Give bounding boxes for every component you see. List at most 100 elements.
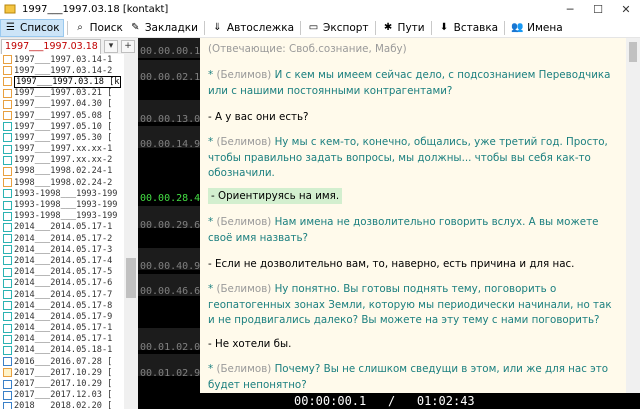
file-list-item[interactable]: 1997___1997.03.21 [ xyxy=(0,88,124,99)
title-bar: 1997___1997.03.18 [kontakt] ─ ☐ ✕ xyxy=(0,0,640,18)
close-button[interactable]: ✕ xyxy=(612,0,640,18)
transcript-paragraph[interactable]: - Если не дозволительно вам, то, наверно… xyxy=(208,257,618,273)
transcript-paragraph[interactable]: * (Белимов) Нам имена не дозволительно г… xyxy=(208,215,618,246)
timestamp[interactable]: 00.01.02.0 xyxy=(140,342,200,353)
file-list-item[interactable]: 2014___2014.05.17-6 xyxy=(0,278,124,289)
file-list-item[interactable]: 2014___2014.05.18-1 xyxy=(0,345,124,356)
file-list-item[interactable]: 2014___2014.05.17-1 xyxy=(0,334,124,345)
timestamp[interactable]: 00.00.02.1 xyxy=(140,72,200,83)
toolbar-button-1[interactable]: ⌕ Поиск xyxy=(71,19,126,37)
tab-add-button[interactable]: + xyxy=(121,40,135,53)
transcript-paragraph[interactable]: * (Белимов) Ну мы с кем-то, конечно, общ… xyxy=(208,135,618,182)
timestamp[interactable]: 00.00.46.6 xyxy=(140,286,200,297)
file-name: 2017___2017.10.29 [ xyxy=(14,367,113,378)
file-name: 1997___1997.05.08 [ xyxy=(14,110,113,121)
file-tab-row: 1997___1997.03.18 [kont ▾ + xyxy=(0,38,138,54)
file-list-item[interactable]: 2017___2017.12.03 [ xyxy=(0,390,124,401)
question-marker: * xyxy=(208,283,214,295)
transcript-paragraph[interactable]: * (Белимов) И с кем мы имеем сейчас дело… xyxy=(208,68,618,99)
timeline: 00.00.00.1 00.00.02.1 00.00.13.0 00.00.14.9… xyxy=(138,38,200,393)
toolbar-button-5[interactable]: ✱ Пути xyxy=(379,19,428,37)
transcript-paragraph[interactable]: * (Белимов) Почему? Вы не слишком сведущ… xyxy=(208,362,618,393)
file-name: 1997___1997.05.10 [ xyxy=(14,121,113,132)
file-list-item[interactable]: 1997___1997.xx.xx-1 xyxy=(0,144,124,155)
autotrack-icon: ⇓ xyxy=(213,22,222,33)
file-type-icon xyxy=(3,55,12,65)
transcript-scrollbar[interactable] xyxy=(626,38,640,393)
timestamp[interactable]: 00.00.14.9 xyxy=(140,139,200,150)
file-list-item[interactable]: 1997___1997.03.18 [k xyxy=(0,75,124,88)
file-list-item[interactable]: 2014___2014.05.17-2 xyxy=(0,233,124,244)
file-type-icon xyxy=(3,390,12,400)
file-list-item[interactable]: 1993-1998___1993-199 xyxy=(0,211,124,222)
file-list-item[interactable]: 2014___2014.05.17-8 xyxy=(0,300,124,311)
toolbar-button-6[interactable]: ⬇ Вставка xyxy=(435,19,502,37)
file-name: 2014___2014.05.17-2 xyxy=(14,233,113,244)
transcript-paragraph[interactable]: - Не хотели бы. xyxy=(208,337,618,353)
file-tab[interactable]: 1997___1997.03.18 [kont xyxy=(1,39,101,54)
toolbar-button-3[interactable]: ⇓ Автослежка xyxy=(208,19,297,37)
file-list-item[interactable]: 1997___1997.03.14-1 xyxy=(0,54,124,65)
file-list-item[interactable]: 1997___1997.04.30 [ xyxy=(0,99,124,110)
file-type-icon xyxy=(3,211,12,221)
file-list-item[interactable]: 2017___2017.10.29 [ xyxy=(0,367,124,378)
file-list-scrollbar[interactable] xyxy=(124,54,138,409)
file-type-icon xyxy=(3,290,12,300)
file-list-item[interactable]: 2014___2014.05.17-3 xyxy=(0,244,124,255)
file-list-item[interactable]: 2014___2014.05.17-4 xyxy=(0,255,124,266)
file-list-item[interactable]: 2018___2018.02.20 [ xyxy=(0,401,124,409)
tab-dropdown-button[interactable]: ▾ xyxy=(104,40,118,53)
toolbar-separator xyxy=(300,20,302,35)
file-type-icon xyxy=(3,278,12,288)
file-list-item[interactable]: 2017___2017.10.29 [ xyxy=(0,378,124,389)
file-type-icon xyxy=(3,155,12,165)
timestamp[interactable]: 00.00.29.6 xyxy=(140,220,200,231)
file-name: 2014___2014.05.17-4 xyxy=(14,255,113,266)
file-list-item[interactable]: 1998___1998.02.24-1 xyxy=(0,166,124,177)
transcript-paragraph[interactable]: - Ориентируясь на имя. xyxy=(208,188,618,205)
file-list-item[interactable]: 2014___2014.05.17-9 xyxy=(0,311,124,322)
timestamp[interactable]: 00.00.40.9 xyxy=(140,261,200,272)
playback-time: 00:00:00.1 / 01:02:43 xyxy=(294,393,475,409)
toolbar-button-2[interactable]: ✎ Закладки xyxy=(126,19,201,37)
file-list-item[interactable]: 1997___1997.05.10 [ xyxy=(0,121,124,132)
file-list-item[interactable]: 1993-1998___1993-199 xyxy=(0,188,124,199)
transcript-paragraph[interactable]: - А у вас они есть? xyxy=(208,110,618,126)
file-list-item[interactable]: 1998___1998.02.24-2 xyxy=(0,177,124,188)
transcript-paragraph[interactable]: (Отвечающие: Своб.сознание, Мабу) xyxy=(208,42,618,58)
file-type-icon xyxy=(3,357,12,367)
file-list-item[interactable]: 2014___2014.05.17-7 xyxy=(0,289,124,300)
toolbar-button-7[interactable]: 👥 Имена xyxy=(508,19,566,37)
file-list-item[interactable]: 2014___2014.05.17-1 xyxy=(0,323,124,334)
timestamp[interactable]: 00.01.02.9 xyxy=(140,368,200,379)
file-type-icon xyxy=(3,133,12,143)
transcript-scroll-thumb[interactable] xyxy=(629,42,637,62)
file-list-item[interactable]: 2016___2016.07.28 [ xyxy=(0,356,124,367)
toolbar-button-4[interactable]: ▭ Экспорт xyxy=(304,19,372,37)
maximize-button[interactable]: ☐ xyxy=(584,0,612,18)
file-list-item[interactable]: 2014___2014.05.17-1 xyxy=(0,222,124,233)
file-name: 2014___2014.05.17-5 xyxy=(14,267,113,278)
transcript-panel[interactable]: (Отвечающие: Своб.сознание, Мабу) * (Бели… xyxy=(200,38,626,393)
file-list-item[interactable]: 1993-1998___1993-199 xyxy=(0,199,124,210)
file-name: 2014___2014.05.17-6 xyxy=(14,278,113,289)
toolbar-button-0[interactable]: ☰ Список xyxy=(0,18,64,37)
file-name: 2016___2016.07.28 [ xyxy=(14,356,113,367)
file-name: 2017___2017.10.29 [ xyxy=(14,379,113,390)
timestamp[interactable]: 00.00.00.1 xyxy=(140,46,200,57)
timestamp[interactable]: 00.00.13.0 xyxy=(140,114,200,125)
file-list-scroll-thumb[interactable] xyxy=(126,258,136,298)
transcript-paragraph[interactable]: * (Белимов) Ну понятно. Вы готовы поднят… xyxy=(208,282,618,329)
names-icon: 👥 xyxy=(511,22,524,33)
minimize-button[interactable]: ─ xyxy=(556,0,584,18)
file-list-item[interactable]: 1997___1997.05.08 [ xyxy=(0,110,124,121)
timestamp[interactable]: 00.00.28.4 xyxy=(140,193,200,204)
file-list-item[interactable]: 1997___1997.xx.xx-2 xyxy=(0,155,124,166)
file-name: 1997___1997.03.14-1 xyxy=(14,54,113,65)
file-list-item[interactable]: 2014___2014.05.17-5 xyxy=(0,267,124,278)
file-list-item[interactable]: 1997___1997.03.14-2 xyxy=(0,65,124,76)
total-time: 01:02:43 xyxy=(416,394,475,408)
toolbar-button-label: Закладки xyxy=(144,21,198,34)
file-list-item[interactable]: 1997___1997.05.30 [ xyxy=(0,132,124,143)
file-name: 2018___2018.02.20 [ xyxy=(14,401,113,409)
